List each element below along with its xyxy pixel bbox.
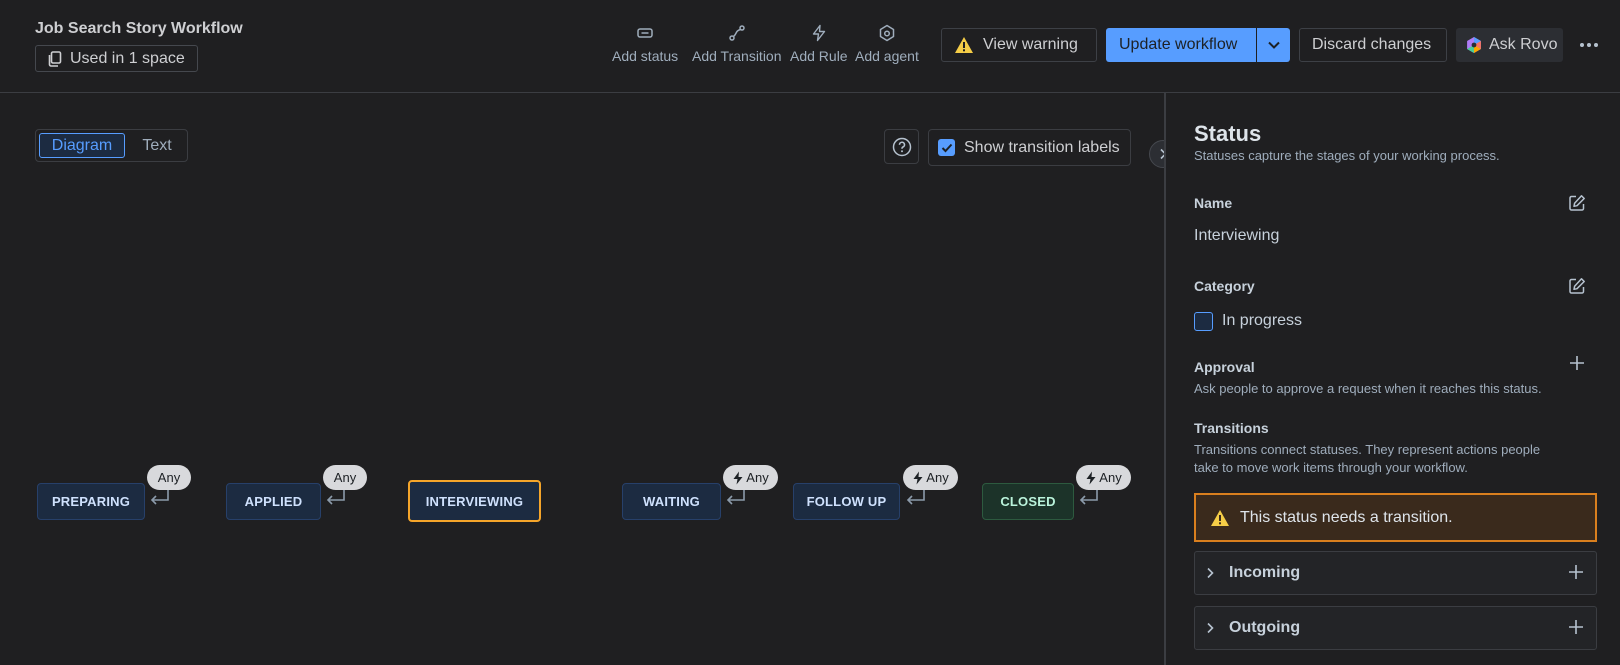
more-actions-button[interactable]: [1574, 28, 1604, 62]
agent-icon: [879, 24, 895, 42]
add-outgoing-icon[interactable]: [1568, 619, 1584, 635]
ask-rovo-button[interactable]: Ask Rovo: [1456, 28, 1563, 62]
update-workflow-dropdown[interactable]: [1256, 28, 1290, 62]
tab-text[interactable]: Text: [128, 133, 186, 158]
chevron-down-icon: [1267, 41, 1280, 49]
incoming-label: Incoming: [1229, 564, 1301, 581]
name-value: Interviewing: [1194, 227, 1280, 244]
warning-icon: [955, 37, 973, 53]
add-agent-label: Add agent: [855, 48, 919, 64]
transitions-label: Transitions: [1194, 420, 1269, 436]
status-node-preparing[interactable]: PREPARING: [37, 483, 145, 520]
loop-arrow-icon: [150, 490, 169, 505]
chevron-right-icon: [1207, 567, 1214, 579]
panel-subtitle: Statuses capture the stages of your work…: [1194, 148, 1500, 163]
used-in-spaces-button[interactable]: Used in 1 space: [35, 45, 198, 72]
any-transition-pill[interactable]: Any: [1076, 465, 1131, 490]
view-warning-button[interactable]: View warning: [941, 28, 1097, 62]
transition-warning-banner: This status needs a transition.: [1194, 493, 1597, 542]
panel-title: Status: [1194, 121, 1262, 146]
update-workflow-label: Update workflow: [1119, 36, 1238, 53]
transition-icon: [729, 25, 745, 41]
show-labels-checkbox[interactable]: [938, 139, 955, 156]
approval-label: Approval: [1194, 359, 1255, 375]
status-node-follow-up[interactable]: FOLLOW UP: [793, 483, 900, 520]
loop-arrow-icon: [906, 490, 925, 505]
status-node-waiting[interactable]: WAITING: [622, 483, 721, 520]
copy-icon: [48, 50, 62, 67]
any-transition-pill[interactable]: Any: [323, 465, 367, 490]
status-node-closed[interactable]: CLOSED: [982, 483, 1074, 520]
any-label: Any: [333, 470, 357, 485]
status-details-panel: Status Statuses capture the stages of yo…: [1164, 93, 1620, 665]
lightning-icon: [733, 471, 743, 484]
add-incoming-icon[interactable]: [1568, 564, 1584, 580]
add-agent-tool[interactable]: Add agent: [855, 24, 919, 64]
any-transition-pill[interactable]: Any: [723, 465, 778, 490]
loop-arrow-icon: [726, 490, 745, 505]
category-value: In progress: [1222, 312, 1303, 329]
warning-text: This status needs a transition.: [1240, 508, 1453, 526]
category-swatch: [1194, 312, 1213, 331]
transitions-description-line-2: take to move work items through your wor…: [1194, 460, 1468, 475]
workflow-title: Job Search Story Workflow: [35, 20, 243, 37]
checkmark-icon: [941, 143, 952, 152]
view-warning-label: View warning: [983, 36, 1078, 53]
warning-icon: [1211, 509, 1229, 526]
discard-changes-button[interactable]: Discard changes: [1299, 28, 1447, 62]
category-label: Category: [1194, 278, 1255, 294]
lightning-icon: [913, 471, 923, 484]
tab-diagram[interactable]: Diagram: [39, 133, 125, 158]
approval-description: Ask people to approve a request when it …: [1194, 381, 1542, 396]
name-label: Name: [1194, 195, 1233, 211]
show-labels-text: Show transition labels: [964, 138, 1120, 156]
transitions-description-line-1: Transitions connect statuses. They repre…: [1194, 442, 1541, 457]
update-workflow-button[interactable]: Update workflow: [1106, 28, 1256, 62]
question-icon: [892, 137, 911, 156]
help-button[interactable]: [884, 129, 919, 164]
any-label: Any: [1099, 470, 1122, 485]
edit-category-icon[interactable]: [1568, 277, 1586, 295]
edit-name-icon[interactable]: [1568, 194, 1586, 212]
lightning-icon: [812, 24, 825, 42]
status-icon: [637, 28, 653, 38]
any-label: Any: [746, 470, 769, 485]
used-in-label: Used in 1 space: [70, 49, 185, 67]
any-transition-pill[interactable]: Any: [147, 465, 191, 490]
add-transition-label: Add Transition: [692, 48, 782, 64]
any-label: Any: [926, 470, 949, 485]
any-transition-pill[interactable]: Any: [903, 465, 958, 490]
ask-rovo-label: Ask Rovo: [1489, 36, 1558, 53]
add-status-tool[interactable]: Add status: [612, 24, 678, 64]
add-rule-label: Add Rule: [790, 48, 848, 64]
view-mode-toggle: Diagram Text: [35, 129, 188, 162]
status-node-interviewing[interactable]: INTERVIEWING: [408, 480, 541, 522]
more-icon: [1580, 43, 1598, 47]
incoming-transitions-section[interactable]: Incoming: [1194, 551, 1597, 595]
loop-arrow-icon: [1079, 490, 1098, 505]
discard-changes-label: Discard changes: [1312, 36, 1432, 53]
add-rule-tool[interactable]: Add Rule: [790, 24, 848, 64]
workflow-header: Job Search Story Workflow Used in 1 spac…: [0, 0, 1620, 93]
outgoing-label: Outgoing: [1229, 619, 1301, 636]
chevron-right-icon: [1207, 622, 1214, 634]
show-transition-labels-toggle[interactable]: Show transition labels: [928, 129, 1131, 166]
status-node-applied[interactable]: APPLIED: [226, 483, 321, 520]
any-label: Any: [157, 470, 181, 485]
add-transition-tool[interactable]: Add Transition: [692, 24, 782, 64]
rovo-logo-icon: [1467, 37, 1481, 53]
add-status-label: Add status: [612, 48, 679, 64]
loop-arrow-icon: [326, 490, 345, 505]
add-approval-icon[interactable]: [1569, 355, 1585, 371]
outgoing-transitions-section[interactable]: Outgoing: [1194, 606, 1597, 650]
lightning-icon: [1086, 471, 1096, 484]
